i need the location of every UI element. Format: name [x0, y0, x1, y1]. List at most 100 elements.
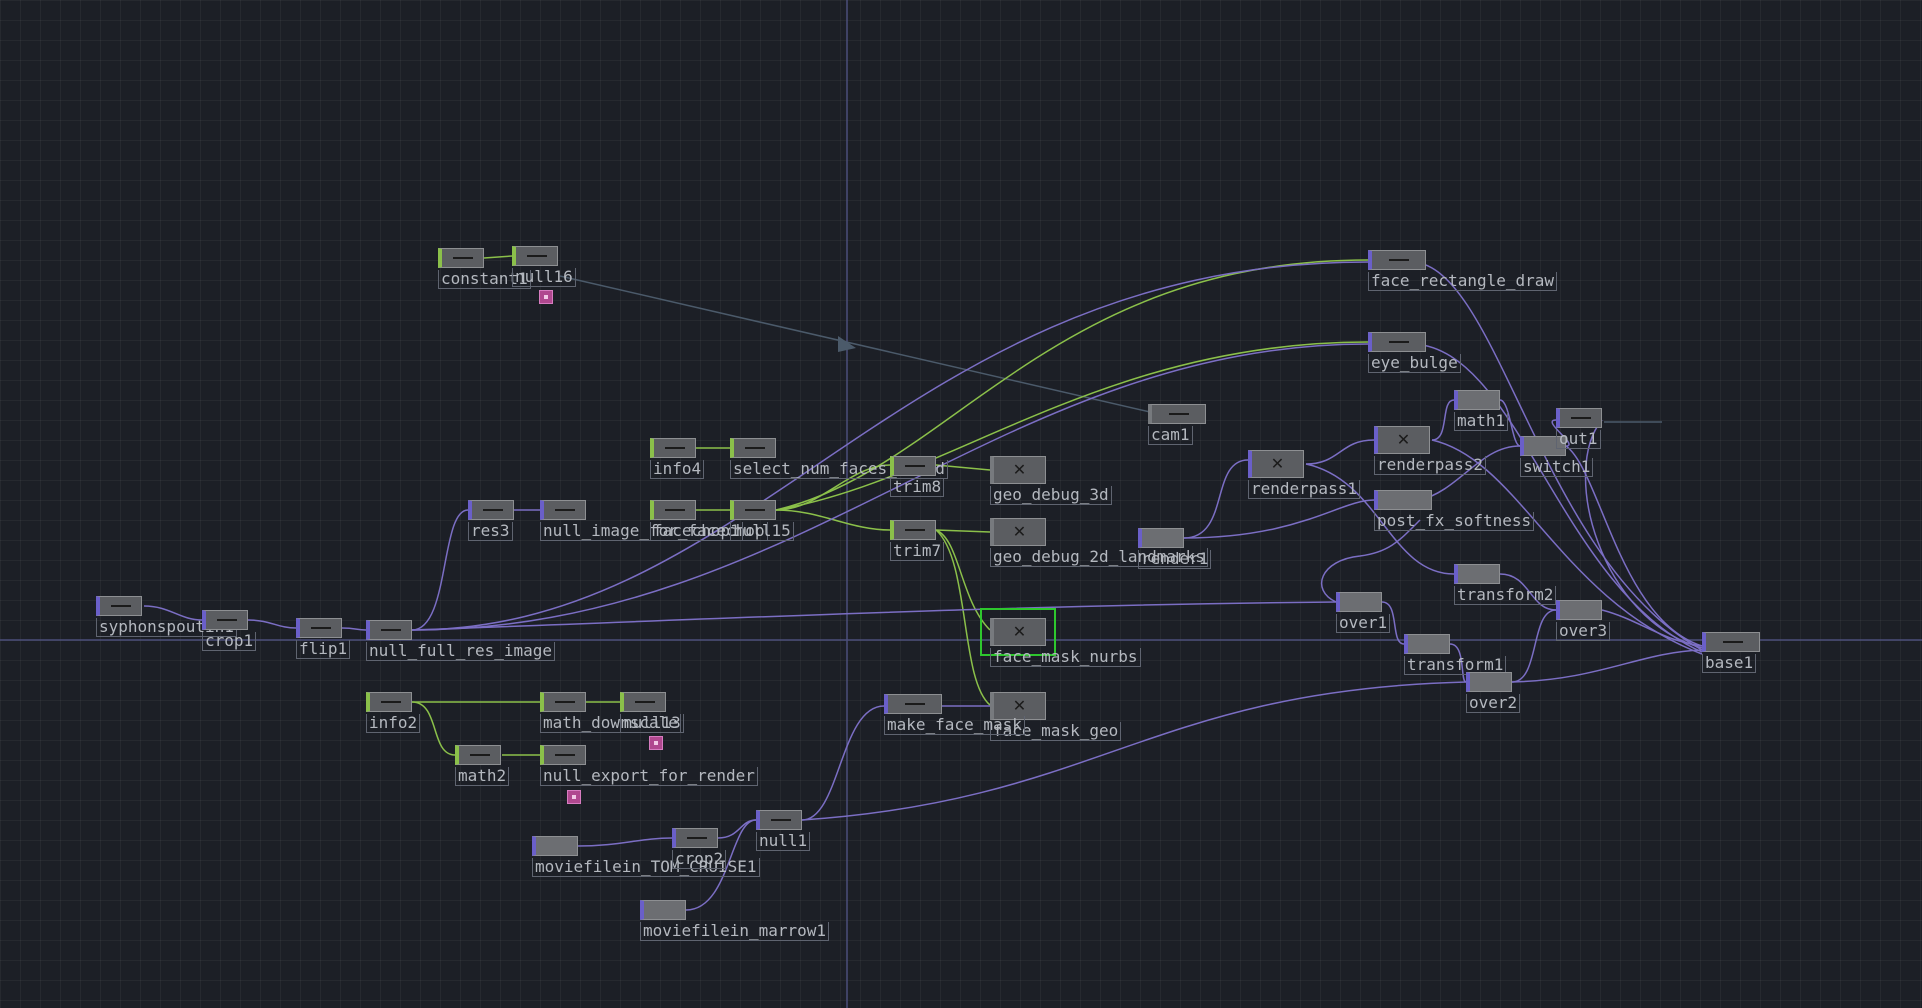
- node-body[interactable]: [1404, 634, 1450, 654]
- node-body[interactable]: [540, 745, 586, 765]
- node-label[interactable]: geo_debug_3d: [990, 486, 1112, 505]
- node-body[interactable]: [468, 500, 514, 520]
- node-label[interactable]: face_mask_nurbs: [990, 648, 1141, 667]
- node-geo-debug-3d[interactable]: ✕ geo_debug_3d: [990, 456, 1112, 505]
- node-renderpass2[interactable]: ✕ renderpass2: [1374, 426, 1486, 475]
- node-label[interactable]: moviefilein_marrow1: [640, 922, 830, 941]
- node-body[interactable]: [650, 438, 696, 458]
- node-body[interactable]: [512, 246, 558, 266]
- node-renderpass1[interactable]: ✕ renderpass1: [1248, 450, 1360, 499]
- node-body[interactable]: [640, 900, 686, 920]
- node-body[interactable]: [1374, 490, 1432, 510]
- export-flag-icon[interactable]: [649, 736, 663, 750]
- node-body[interactable]: [620, 692, 666, 712]
- node-label[interactable]: render1: [1138, 550, 1212, 569]
- node-res3[interactable]: res3: [468, 500, 514, 541]
- node-body[interactable]: [890, 456, 936, 476]
- node-body[interactable]: [1454, 564, 1500, 584]
- node-math1[interactable]: math1: [1454, 390, 1509, 431]
- node-label[interactable]: trim7: [890, 542, 945, 561]
- node-label[interactable]: switch1: [1520, 458, 1594, 477]
- node-render1[interactable]: render1: [1138, 528, 1212, 569]
- node-trim8[interactable]: trim8: [890, 456, 945, 497]
- node-body[interactable]: ✕: [1374, 426, 1430, 454]
- node-label[interactable]: renderpass1: [1248, 480, 1360, 499]
- node-post-fx-softness[interactable]: post_fx_softness: [1374, 490, 1535, 531]
- node-math2[interactable]: math2: [455, 745, 510, 786]
- node-body[interactable]: [1466, 672, 1512, 692]
- node-body[interactable]: [1336, 592, 1382, 612]
- node-body[interactable]: [96, 596, 142, 616]
- node-over2[interactable]: over2: [1466, 672, 1521, 713]
- node-label[interactable]: info4: [650, 460, 705, 479]
- node-label[interactable]: crop1: [202, 632, 257, 651]
- node-label[interactable]: facechop1: [650, 522, 743, 541]
- node-label[interactable]: post_fx_softness: [1374, 512, 1535, 531]
- node-body[interactable]: ✕: [1248, 450, 1304, 478]
- node-label[interactable]: math2: [455, 767, 510, 786]
- node-label[interactable]: over1: [1336, 614, 1391, 633]
- node-label[interactable]: base1: [1702, 654, 1757, 673]
- node-crop2[interactable]: crop2: [672, 828, 727, 869]
- node-syphonspoutin1[interactable]: syphonspoutin1: [96, 596, 237, 637]
- node-body[interactable]: [202, 610, 248, 630]
- node-face-mask-nurbs[interactable]: ✕ face_mask_nurbs: [980, 608, 1141, 667]
- node-body[interactable]: [1138, 528, 1184, 548]
- node-label[interactable]: out1: [1556, 430, 1601, 449]
- node-label[interactable]: eye_bulge: [1368, 354, 1461, 373]
- node-over1[interactable]: over1: [1336, 592, 1391, 633]
- node-body[interactable]: [1368, 250, 1426, 270]
- node-math-downscale[interactable]: math_downscale: [540, 692, 681, 733]
- node-body[interactable]: [438, 248, 484, 268]
- node-body[interactable]: [890, 520, 936, 540]
- node-body[interactable]: [455, 745, 501, 765]
- node-null15[interactable]: null15: [730, 500, 794, 541]
- node-body[interactable]: [672, 828, 718, 848]
- node-label[interactable]: null_full_res_image: [366, 642, 556, 661]
- node-body[interactable]: ✕: [990, 518, 1046, 546]
- node-body[interactable]: [650, 500, 696, 520]
- node-info4[interactable]: info4: [650, 438, 705, 479]
- node-constant1[interactable]: constant1: [438, 248, 531, 289]
- network-editor[interactable]: syphonspoutin1 crop1 flip1 null_full_res…: [0, 0, 1922, 1008]
- node-label[interactable]: math1: [1454, 412, 1509, 431]
- node-body[interactable]: [730, 438, 776, 458]
- node-transform1[interactable]: transform1: [1404, 634, 1507, 675]
- node-moviefilein-tom-cruise1[interactable]: moviefilein_TOM_CRUISE1: [532, 836, 760, 877]
- node-body[interactable]: [730, 500, 776, 520]
- export-flag-icon[interactable]: [567, 790, 581, 804]
- node-eye-bulge[interactable]: eye_bulge: [1368, 332, 1461, 373]
- node-label[interactable]: res3: [468, 522, 513, 541]
- node-label[interactable]: face_rectangle_draw: [1368, 272, 1558, 291]
- node-body[interactable]: [540, 692, 586, 712]
- node-label[interactable]: make_face_mask: [884, 716, 1025, 735]
- node-body[interactable]: [296, 618, 342, 638]
- node-geo-debug-2d-landmarks[interactable]: ✕ geo_debug_2d_landmarks: [990, 518, 1208, 567]
- node-over3[interactable]: over3: [1556, 600, 1611, 641]
- node-label[interactable]: null13: [620, 714, 684, 733]
- node-label[interactable]: renderpass2: [1374, 456, 1486, 475]
- node-label[interactable]: over3: [1556, 622, 1611, 641]
- node-body[interactable]: ✕: [990, 456, 1046, 484]
- node-label[interactable]: crop2: [672, 850, 727, 869]
- node-body[interactable]: [1454, 390, 1500, 410]
- node-body[interactable]: [1556, 408, 1602, 428]
- node-body[interactable]: [366, 692, 412, 712]
- node-base1[interactable]: base1: [1702, 632, 1760, 673]
- node-face-rectangle-draw[interactable]: face_rectangle_draw: [1368, 250, 1558, 291]
- node-facechop1[interactable]: facechop1: [650, 500, 743, 541]
- node-crop1[interactable]: crop1: [202, 610, 257, 651]
- node-flip1[interactable]: flip1: [296, 618, 351, 659]
- node-body[interactable]: [1702, 632, 1760, 652]
- node-null-full-res-image[interactable]: null_full_res_image: [366, 620, 556, 661]
- node-null-export-for-render[interactable]: null_export_for_render: [540, 745, 758, 786]
- node-body[interactable]: [532, 836, 578, 856]
- node-body[interactable]: ✕: [980, 608, 1056, 656]
- node-label[interactable]: trim8: [890, 478, 945, 497]
- node-null1[interactable]: null1: [756, 810, 811, 851]
- node-label[interactable]: cam1: [1148, 426, 1193, 445]
- node-select-num-faces-found[interactable]: select_num_faces_found: [730, 438, 948, 479]
- export-flag-icon[interactable]: [539, 290, 553, 304]
- node-body[interactable]: [540, 500, 586, 520]
- node-null16[interactable]: null16: [512, 246, 576, 287]
